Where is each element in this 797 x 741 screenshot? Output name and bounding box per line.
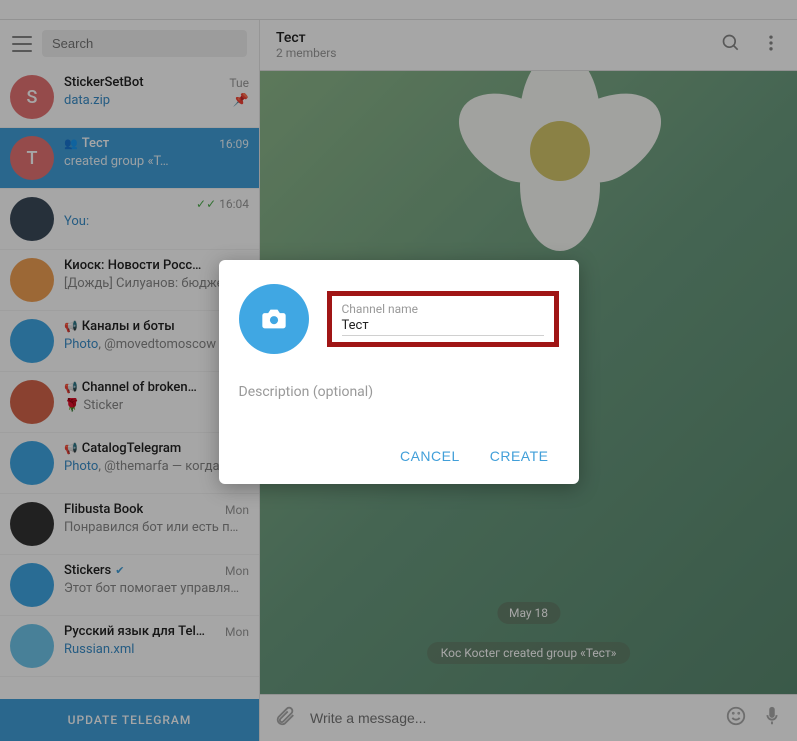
channel-photo-button[interactable] (239, 284, 309, 354)
create-button[interactable]: CREATE (490, 448, 549, 464)
cancel-button[interactable]: CANCEL (400, 448, 460, 464)
channel-name-input[interactable]: Тест (342, 318, 544, 336)
description-input[interactable]: Description (optional) (239, 384, 559, 400)
channel-name-highlight: Channel name Тест (327, 291, 559, 347)
new-channel-dialog: Channel name Тест Description (optional)… (219, 260, 579, 484)
channel-name-label: Channel name (342, 302, 544, 316)
